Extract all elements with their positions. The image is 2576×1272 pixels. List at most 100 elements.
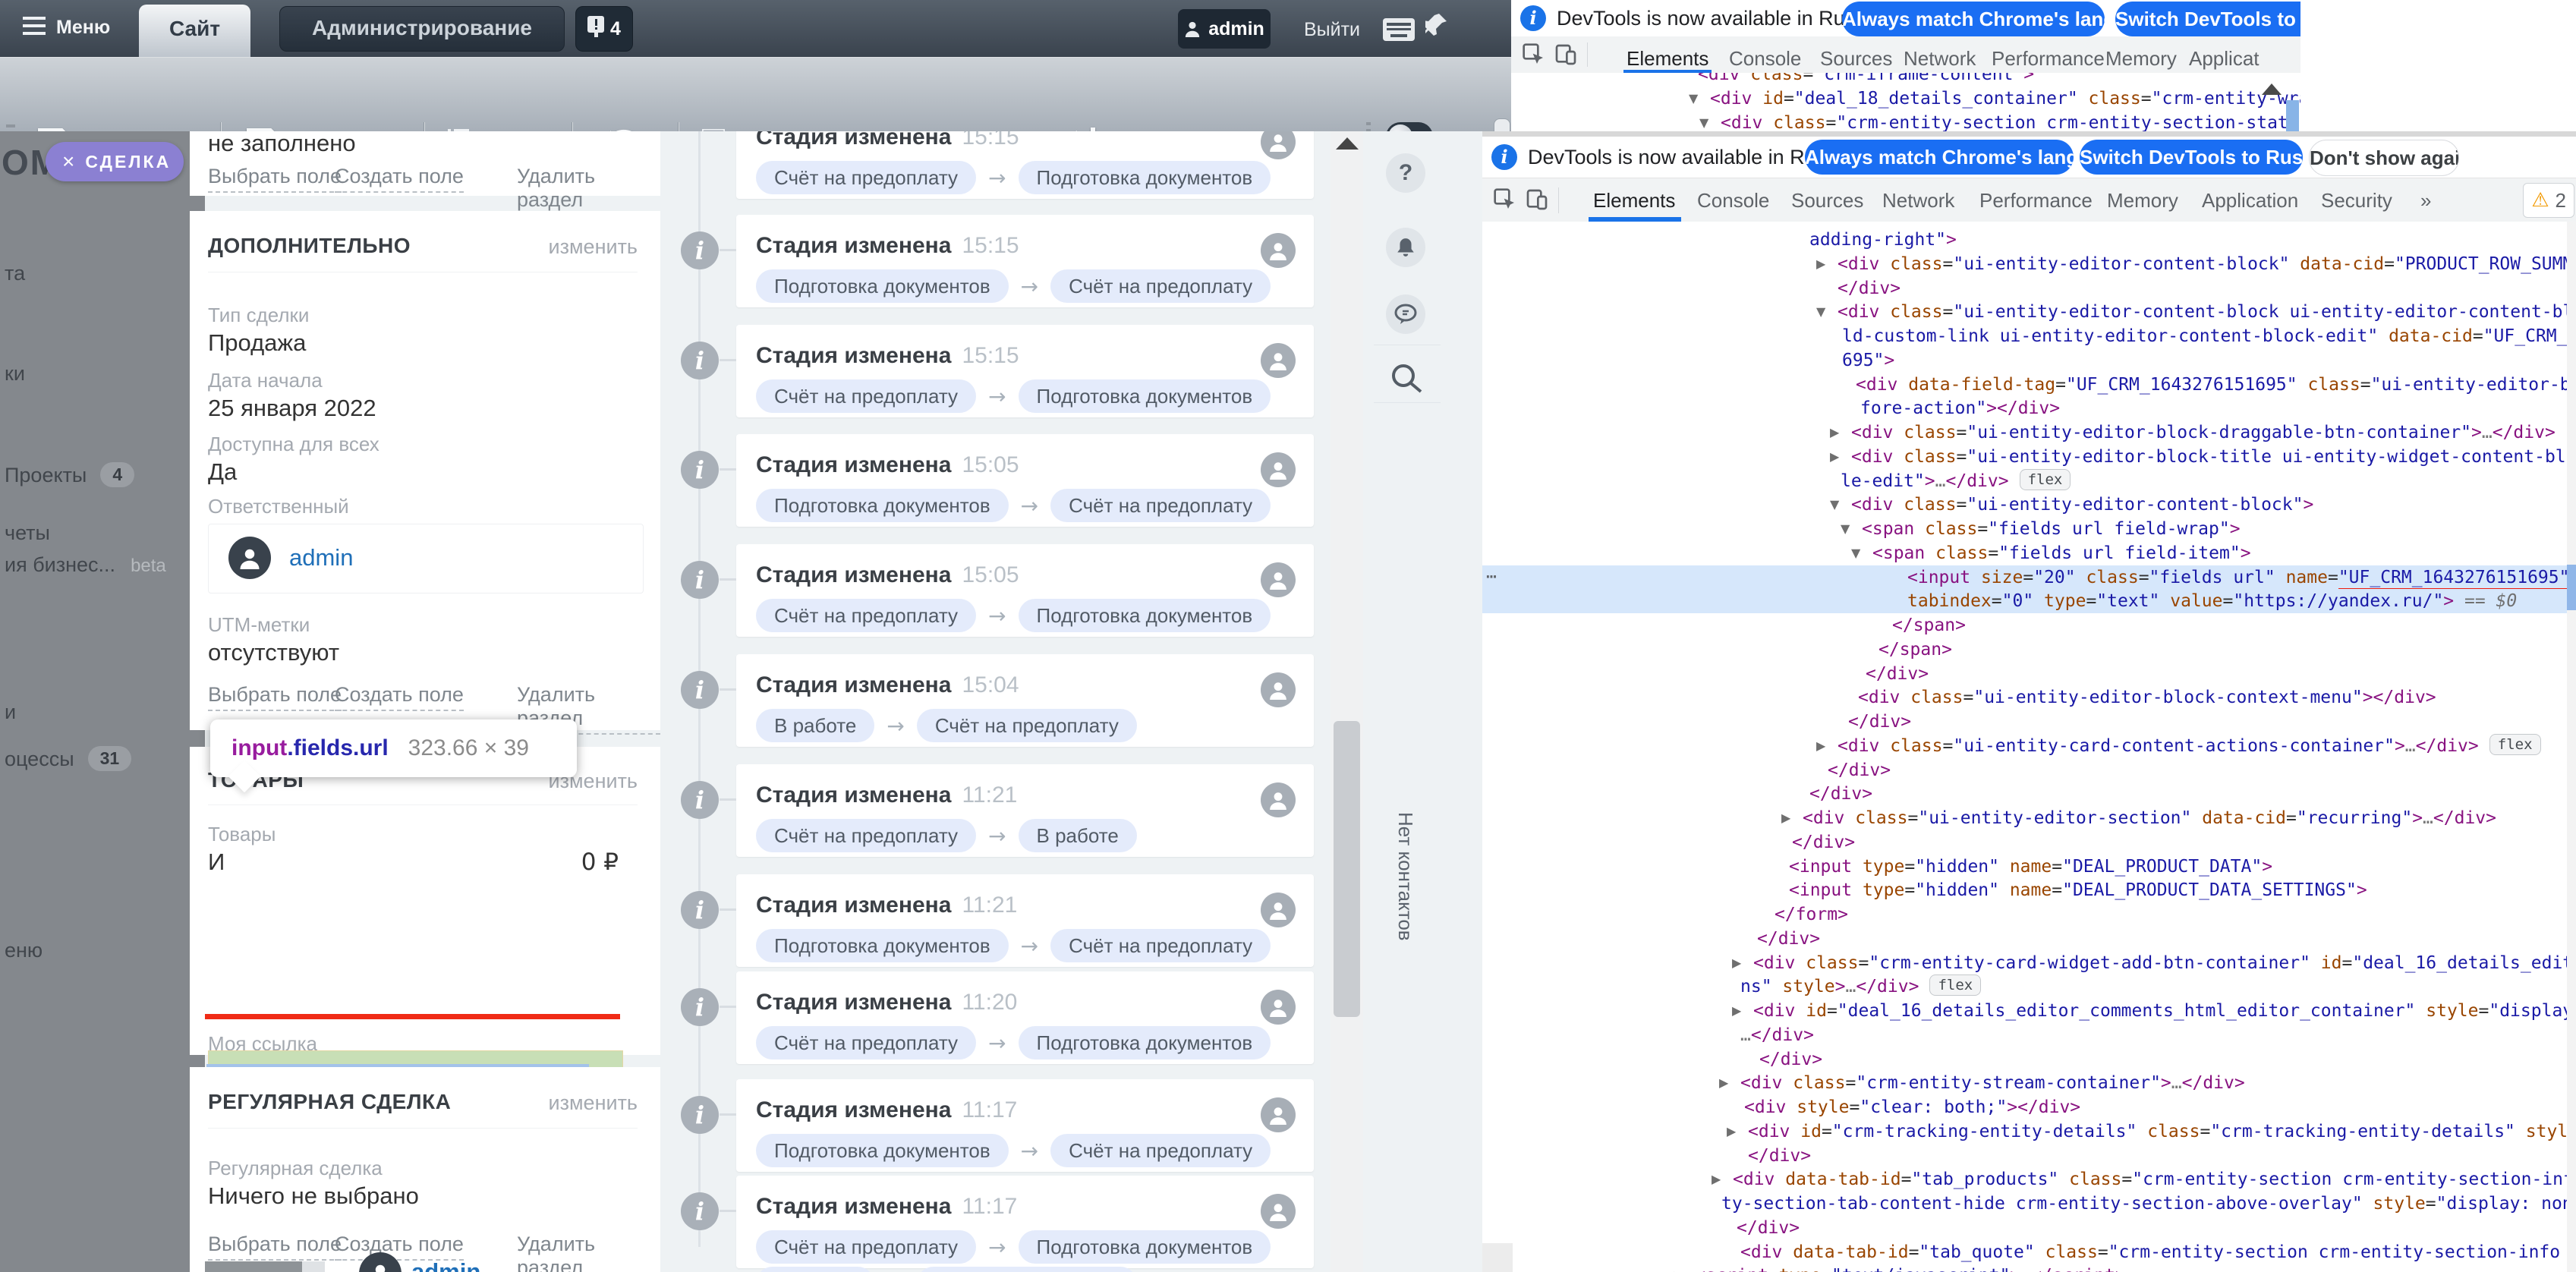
match-language-button[interactable]: Always match Chrome's language [1842, 2, 2105, 36]
devtools-code-line[interactable]: <input type="hidden" name="DEAL_PRODUCT_… [1789, 855, 2272, 879]
devtools-tab-network[interactable]: Network [1904, 47, 1976, 71]
devtools-code-line[interactable]: <div style="clear: both;"></div> [1744, 1095, 2080, 1119]
collapse-arrow-icon[interactable]: ▼ [1699, 111, 1708, 131]
expand-arrow-icon[interactable]: ▶ [1781, 806, 1790, 830]
keyboard-icon[interactable] [1383, 18, 1415, 45]
devtools-scrollbar-track[interactable] [2567, 222, 2576, 1272]
node-options-dots[interactable]: ⋯ [1486, 567, 1498, 587]
dismiss-button[interactable]: Don't show again [2309, 140, 2459, 176]
content-scrollbar-track[interactable] [1331, 131, 1363, 1272]
tab-administration[interactable]: Администрирование [279, 6, 565, 52]
expand-arrow-icon[interactable]: ▶ [1816, 252, 1825, 276]
devtools-code-line[interactable]: </span> [1892, 613, 1966, 638]
devtools-tab-console[interactable]: Console [1697, 189, 1769, 213]
chat-button[interactable] [1386, 294, 1425, 334]
devtools-code-line[interactable]: ld-custom-link ui-entity-editor-content-… [1842, 324, 2576, 348]
devtools-code-line[interactable]: ▶<div class="ui-entity-editor-block-drag… [1851, 420, 2556, 445]
devtools-tab-elements[interactable]: Elements [1627, 47, 1708, 71]
collapse-arrow-icon[interactable]: ▼ [1816, 300, 1825, 324]
collapse-arrow-icon[interactable]: ▼ [1689, 87, 1698, 111]
devtools-code-line[interactable]: <input type="hidden" name="DEAL_PRODUCT_… [1789, 878, 2367, 902]
devtools-code-line[interactable]: <input size="20" class="fields url" name… [1907, 565, 2569, 590]
issues-counter[interactable]: ⚠ 2 [2523, 183, 2574, 218]
devtools-code-line[interactable]: </div> [1809, 782, 1872, 806]
devtools-code-line[interactable]: fore-action"></div> [1860, 396, 2060, 420]
devtools-code-line[interactable]: ns" style>…</div>flex [1740, 974, 1981, 999]
devtools-code-line[interactable]: ty-section-tab-content-hide crm-entity-s… [1721, 1192, 2576, 1216]
switch-russian-button[interactable]: Switch DevTools to Russ [2115, 2, 2300, 36]
devtools-code-line[interactable]: <div class="crm-iframe-content"> [1698, 73, 2034, 87]
logout-link[interactable]: Выйти [1304, 19, 1360, 41]
devtools-code-line[interactable]: ▶<script type="text/javascript">…</scrip… [1695, 1264, 2126, 1272]
devtools-code-line[interactable]: ▼<span class="fields url field-wrap"> [1862, 517, 2241, 541]
devtools-code-line[interactable]: </div> [1792, 830, 1855, 855]
devtools-code-line[interactable]: ▼<div class="ui-entity-editor-content-bl… [1838, 300, 2576, 324]
expand-arrow-icon[interactable]: ▶ [1732, 951, 1741, 975]
expand-arrow-icon[interactable]: ▶ [1719, 1071, 1728, 1095]
devtools-code-line[interactable]: <div class="ui-entity-editor-block-conte… [1858, 685, 2436, 710]
devtools-scrollbar-thumb[interactable] [2567, 565, 2576, 610]
devtools-code-line[interactable]: 695"> [1842, 348, 1894, 373]
inspect-element-icon[interactable] [1493, 187, 1517, 216]
devtools-code-line[interactable]: </div> [1759, 1047, 1822, 1072]
devtools-tab-[interactable]: » [2420, 189, 2431, 213]
notification-counter[interactable]: 4 [575, 6, 633, 52]
pin-icon[interactable] [1425, 12, 1448, 48]
expand-arrow-icon[interactable]: ▶ [1712, 1167, 1721, 1192]
devtools-code-line[interactable]: ▼<div class="ui-entity-editor-content-bl… [1851, 493, 2313, 517]
devtools-code-line[interactable]: ▶<div class="crm-entity-stream-container… [1740, 1071, 2245, 1095]
inspect-element-icon[interactable] [1522, 43, 1546, 71]
notifications-button[interactable] [1386, 228, 1425, 267]
devtools-scrollbar-thumb[interactable] [2286, 100, 2299, 131]
devtools-code-line[interactable]: <div data-tab-id="tab_quote" class="crm-… [1740, 1240, 2576, 1264]
devtools-tab-elements[interactable]: Elements [1593, 189, 1675, 213]
devtools-code-line[interactable]: ▶<div class="ui-entity-card-content-acti… [1838, 734, 2541, 758]
devtools-code-line[interactable]: ▶<div data-tab-id="tab_products" class="… [1733, 1167, 2576, 1192]
devtools-tab-applicat[interactable]: Applicat [2189, 47, 2260, 71]
devtools-code-line[interactable]: </div> [1848, 710, 1911, 734]
devtools-tab-memory[interactable]: Memory [2105, 47, 2177, 71]
expand-arrow-icon[interactable]: ▶ [1830, 445, 1839, 469]
devtools-code-line[interactable]: </div> [1757, 927, 1820, 951]
expand-arrow-icon[interactable]: ▶ [1727, 1119, 1736, 1144]
search-button[interactable] [1389, 361, 1424, 400]
devtools-code-line[interactable]: </div> [1866, 662, 1929, 686]
devtools-code-line[interactable]: ▶<div class="crm-entity-card-widget-add-… [1753, 951, 2576, 975]
scroll-up-arrow[interactable] [1336, 137, 1359, 150]
scroll-up-arrow[interactable] [2262, 83, 2282, 95]
hamburger-icon[interactable] [23, 17, 46, 40]
devtools-code-line[interactable]: ▼<span class="fields url field-item"> [1872, 541, 2251, 565]
devtools-code-line[interactable]: ▶<div class="ui-entity-editor-content-bl… [1838, 252, 2576, 276]
devtools-tab-sources[interactable]: Sources [1820, 47, 1892, 71]
devtools-code-line[interactable]: ▶<div class="ui-entity-editor-section" d… [1803, 806, 2496, 830]
devtools-code-line[interactable]: </div> [1828, 758, 1891, 782]
devtools-tab-performance[interactable]: Performance [1979, 189, 2093, 213]
devtools-tab-application[interactable]: Application [2202, 189, 2298, 213]
content-scrollbar-thumb[interactable] [1334, 721, 1360, 1017]
devtools-code-line[interactable]: ▶<div id="crm-tracking-entity-details" c… [1748, 1119, 2576, 1144]
current-user-button[interactable]: admin [1178, 9, 1271, 49]
top-menu-button[interactable]: Меню [56, 17, 110, 39]
devtools-code-line[interactable]: ▼<div class="crm-entity-section crm-enti… [1721, 111, 2300, 131]
devtools-tab-memory[interactable]: Memory [2107, 189, 2178, 213]
tab-site[interactable]: Сайт [139, 5, 250, 57]
devtools-code-line[interactable]: adding-right"> [1809, 228, 1957, 252]
devtools-code-line[interactable]: </div> [1748, 1144, 1811, 1168]
devtools-code-line[interactable]: …</div> [1740, 1023, 1814, 1047]
devtools-code-line[interactable]: </div> [1737, 1216, 1800, 1240]
devtools-tab-console[interactable]: Console [1729, 47, 1801, 71]
devtools-tab-network[interactable]: Network [1882, 189, 1954, 213]
devtools-tab-security[interactable]: Security [2321, 189, 2392, 213]
device-toolbar-icon[interactable] [1525, 187, 1549, 216]
devtools-tab-sources[interactable]: Sources [1791, 189, 1863, 213]
match-language-button[interactable]: Always match Chrome's language [1805, 140, 2074, 175]
expand-arrow-icon[interactable]: ▶ [1816, 734, 1825, 758]
switch-russian-button[interactable]: Switch DevTools to Russian [2080, 140, 2303, 175]
devtools-tab-performance[interactable]: Performance [1992, 47, 2105, 71]
devtools-code-line[interactable]: </form> [1775, 902, 1848, 927]
devtools-code-line[interactable]: tabindex="0" type="text" value="https://… [1907, 589, 2517, 613]
devtools-code-line[interactable]: </span> [1878, 638, 1952, 662]
devtools-code-line[interactable]: <div data-field-tag="UF_CRM_164327615169… [1856, 373, 2576, 397]
expand-arrow-icon[interactable]: ▶ [1830, 420, 1839, 445]
expand-arrow-icon[interactable]: ▶ [1732, 999, 1741, 1023]
